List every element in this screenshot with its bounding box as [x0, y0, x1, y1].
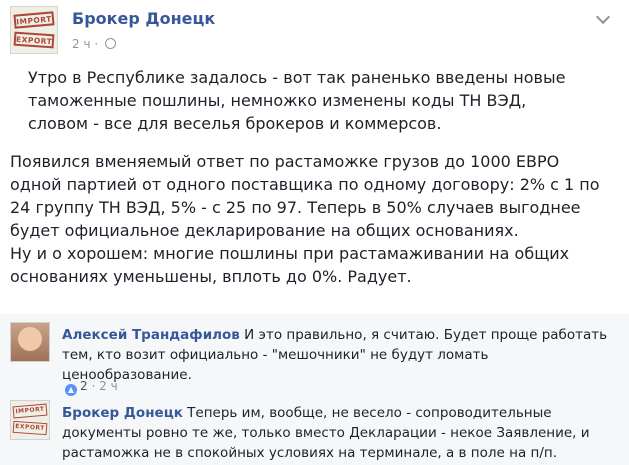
comment-author[interactable]: Алексей Трандафилов — [62, 327, 240, 343]
person-photo — [11, 323, 49, 361]
post-paragraph-2: Появился вменяемый ответ по растаможке г… — [10, 152, 600, 240]
comment-meta: ▲ 2 · 2 ч — [65, 379, 118, 396]
post-paragraph-3: Ну и о хорошем: многие пошлины при раста… — [10, 244, 570, 286]
post-header: IMPORT EXPORT Брокер Донецк 2 ч · — [10, 6, 611, 54]
page-avatar[interactable]: IMPORT EXPORT — [10, 6, 58, 54]
globe-icon — [105, 38, 117, 49]
comment-text: Алексей Трандафилов И это правильно, я с… — [62, 325, 617, 385]
comment-text: Брокер Донецк Теперь им, вообще, не весе… — [62, 403, 617, 463]
post-time[interactable]: 2 ч — [72, 37, 91, 51]
post-body: Утро в Республике задалось - вот так ран… — [10, 66, 615, 288]
chevron-down-icon[interactable] — [595, 9, 611, 25]
post-author[interactable]: Брокер Донецк — [72, 9, 215, 28]
like-count[interactable]: 2 — [80, 379, 88, 393]
post: IMPORT EXPORT Брокер Донецк 2 ч · Утро в… — [0, 0, 629, 314]
commenter-avatar[interactable]: IMPORT EXPORT — [10, 400, 50, 440]
comments-section: Алексей Трандафилов И это правильно, я с… — [0, 314, 629, 465]
like-icon[interactable]: ▲ — [65, 384, 77, 396]
avatar-stamp-import: IMPORT — [13, 11, 55, 29]
comment-author[interactable]: Брокер Донецк — [62, 405, 183, 421]
commenter-avatar[interactable] — [10, 322, 50, 362]
avatar-stamp-import: IMPORT — [12, 403, 48, 419]
comment-time[interactable]: 2 ч — [99, 379, 118, 393]
post-meta: 2 ч · — [72, 37, 117, 51]
avatar-stamp-export: EXPORT — [13, 31, 55, 49]
post-paragraph-1: Утро в Республике задалось - вот так ран… — [28, 68, 566, 133]
avatar-stamp-export: EXPORT — [12, 420, 48, 436]
